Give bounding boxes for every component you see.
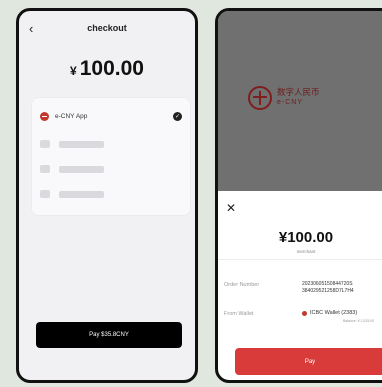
placeholder-bar <box>59 140 104 148</box>
pay-button[interactable]: Pay $35.8CNY <box>36 322 182 348</box>
ecny-logo-icon <box>248 86 272 110</box>
app-splash-area: 数字人民币 e-CNY <box>218 11 382 191</box>
pay-button[interactable]: Pay <box>235 348 382 375</box>
wallet-selector[interactable]: ICBC Wallet (2383) <box>302 310 357 316</box>
placeholder-icon <box>40 190 50 198</box>
wallet-balance: Balance: ¥ 2,025.00 <box>343 319 375 323</box>
brand-name-en: e-CNY <box>277 98 304 106</box>
payment-method-placeholder[interactable] <box>40 186 182 202</box>
check-icon: ✓ <box>173 111 182 121</box>
amount-value: 100.00 <box>79 57 144 80</box>
checkout-phone-screen: ‹ checkout ¥100.00 e-CNY App ✓ Pay $35.8… <box>16 8 198 383</box>
merchant-name: merchant <box>296 249 316 254</box>
page-title: checkout <box>87 23 127 33</box>
ecny-payment-phone-screen: 数字人民币 e-CNY ✕ ¥100.00 merchant Order Num… <box>215 8 382 383</box>
ecny-brand-logo: 数字人民币 e-CNY <box>248 86 320 110</box>
amount-display: ¥100.00 <box>278 229 334 246</box>
currency-symbol: ¥ <box>70 64 77 78</box>
payment-method-ecny[interactable]: e-CNY App ✓ <box>40 108 182 124</box>
ecny-logo-icon <box>40 111 49 121</box>
payment-method-placeholder[interactable] <box>40 161 182 177</box>
placeholder-bar <box>59 190 104 198</box>
order-number-line: 384029521258D7L7H4 <box>302 287 354 294</box>
order-number-label: Order Number <box>224 282 260 288</box>
order-number-line: 20230605150844720S <box>302 281 353 287</box>
close-icon[interactable]: ✕ <box>226 202 236 214</box>
wallet-value: ICBC Wallet (2383) <box>310 310 358 316</box>
placeholder-icon <box>40 165 50 173</box>
divider <box>218 259 382 260</box>
brand-name-cn: 数字人民币 <box>277 88 320 99</box>
wallet-label: From Wallet <box>224 311 254 317</box>
payment-method-label: e-CNY App <box>55 112 88 120</box>
order-number-value: 20230605150844720S 384029521258D7L7H4 <box>302 281 354 294</box>
payment-method-card: e-CNY App ✓ <box>31 97 191 216</box>
payment-method-placeholder[interactable] <box>40 136 182 152</box>
amount-display: ¥100.00 <box>19 57 195 81</box>
wallet-bank-icon <box>302 310 307 316</box>
placeholder-icon <box>40 140 50 148</box>
placeholder-bar <box>59 165 104 173</box>
